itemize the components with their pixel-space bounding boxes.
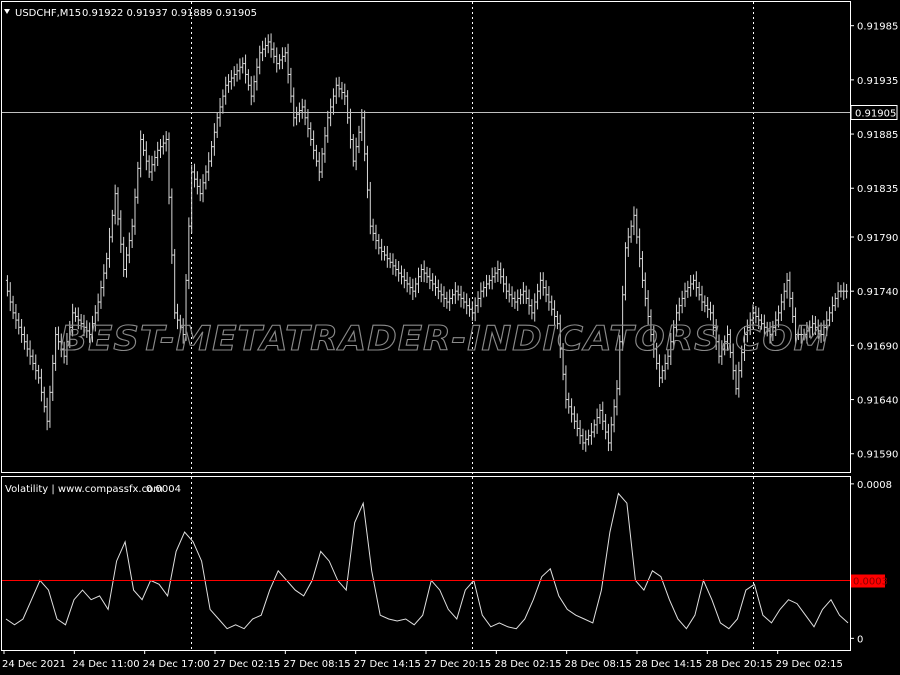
time-tick-label: 27 Dec 20:15 — [424, 659, 491, 670]
symbol-title: USDCHF,M15 — [15, 8, 81, 19]
current-price-label: 0.91905 — [855, 109, 896, 120]
price-bars — [5, 33, 849, 452]
time-tick-label: 27 Dec 08:15 — [283, 659, 350, 670]
time-tick-label: 24 Dec 11:00 — [72, 659, 139, 670]
indicator-axis-ticks: 0.0008 0 — [850, 480, 892, 645]
price-tick-label: 0.91835 — [857, 184, 898, 195]
volatility-line — [5, 492, 849, 630]
level-label: 0.0003 — [853, 577, 888, 588]
time-tick-label: 28 Dec 14:15 — [635, 659, 702, 670]
price-tick-label: 0.91740 — [857, 287, 898, 298]
time-tick-label: 28 Dec 20:15 — [705, 659, 772, 670]
indicator-tick-label: 0 — [857, 634, 863, 645]
watermark: BEST-METATRADER-INDICATORS.COM — [60, 319, 830, 359]
price-axis-ticks: 0.91985 0.91935 0.91885 0.91835 0.91790 0.917… — [850, 22, 898, 461]
price-tick-label: 0.91790 — [857, 233, 898, 244]
indicator-value: 0.0004 — [146, 484, 181, 495]
price-tick-label: 0.91690 — [857, 341, 898, 352]
price-tick-label: 0.91590 — [857, 450, 898, 461]
triangle-down-icon[interactable] — [4, 9, 10, 14]
time-tick-label: 24 Dec 17:00 — [143, 659, 210, 670]
price-tick-label: 0.91640 — [857, 396, 898, 407]
price-tick-label: 0.91985 — [857, 22, 898, 33]
time-tick-label: 29 Dec 02:15 — [776, 659, 843, 670]
time-tick-label: 28 Dec 08:15 — [565, 659, 632, 670]
trading-chart[interactable]: 0.91905 0.0003 0.919850.919350.918850.91… — [0, 0, 900, 675]
time-tick-label: 27 Dec 02:15 — [213, 659, 280, 670]
volatility-series — [5, 492, 849, 630]
time-tick-label: 27 Dec 14:15 — [354, 659, 421, 670]
ohlc-values: 0.91922 0.91937 0.91889 0.91905 — [82, 8, 257, 19]
time-tick-label: 28 Dec 02:15 — [494, 659, 561, 670]
indicator-title: Volatility | www.compassfx.com — [5, 484, 163, 495]
time-tick-label: 24 Dec 2021 — [2, 659, 66, 670]
price-tick-label: 0.91935 — [857, 76, 898, 87]
time-axis-ticks: 24 Dec 2021 24 Dec 11:00 24 Dec 17:00 27 De… — [2, 650, 843, 670]
indicator-tick-label: 0.0008 — [857, 480, 892, 491]
price-tick-label: 0.91885 — [857, 130, 898, 141]
